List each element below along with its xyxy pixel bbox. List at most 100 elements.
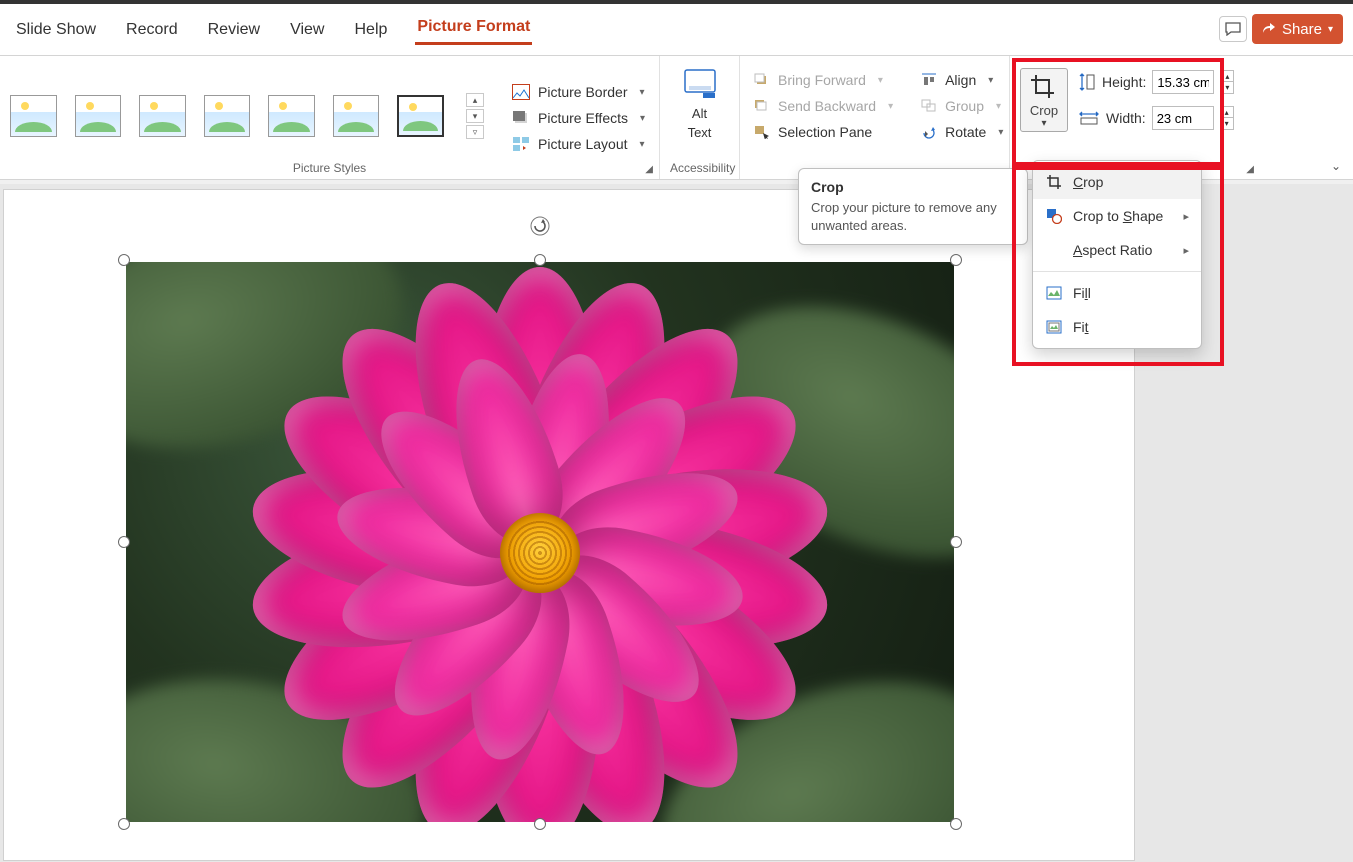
- height-input[interactable]: [1152, 70, 1214, 94]
- picture-style-4[interactable]: [204, 95, 251, 137]
- rotate-label: Rotate: [945, 124, 986, 140]
- picture-effects-button[interactable]: Picture Effects▾: [508, 108, 649, 128]
- menu-aspect-ratio-label: Aspect Ratio: [1073, 242, 1152, 258]
- group-label: Group: [945, 98, 984, 114]
- tooltip-body: Crop your picture to remove any unwanted…: [811, 199, 1015, 234]
- ribbon-tabs: Slide Show Record Review View Help Pictu…: [0, 4, 1353, 56]
- picture-styles-group-label: Picture Styles: [10, 161, 649, 177]
- chevron-down-icon: ▾: [998, 127, 1003, 138]
- chevron-down-icon: ▾: [639, 87, 644, 98]
- picture-style-6[interactable]: [333, 95, 380, 137]
- menu-fill[interactable]: Fill: [1033, 276, 1201, 310]
- picture-styles-launcher[interactable]: ◢: [645, 164, 653, 175]
- gallery-down[interactable]: ▾: [466, 109, 484, 123]
- chevron-down-icon: ▾: [878, 75, 883, 86]
- send-backward-label: Send Backward: [778, 98, 876, 114]
- chevron-down-icon: ▾: [1041, 118, 1046, 129]
- menu-crop[interactable]: Crop: [1033, 165, 1201, 199]
- chevron-down-icon: ▾: [996, 101, 1001, 112]
- crop-to-shape-icon: [1046, 208, 1062, 224]
- chevron-right-icon: ▸: [1183, 244, 1189, 257]
- bring-forward-icon: [754, 73, 770, 87]
- crop-label: Crop: [1030, 103, 1058, 118]
- crop-button[interactable]: Crop ▾: [1020, 68, 1068, 132]
- chevron-down-icon: ▾: [1328, 24, 1333, 35]
- picture-layout-label: Picture Layout: [538, 136, 628, 152]
- align-label: Align: [945, 72, 976, 88]
- align-button[interactable]: Align ▾: [917, 70, 1007, 90]
- menu-fit[interactable]: Fit: [1033, 310, 1201, 344]
- picture-border-icon: [512, 84, 530, 100]
- selection-pane-label: Selection Pane: [778, 124, 872, 140]
- picture-style-7[interactable]: [397, 95, 444, 137]
- chevron-down-icon: ▾: [640, 113, 645, 124]
- width-spinner[interactable]: ▴▾: [1220, 106, 1234, 130]
- picture-style-2[interactable]: [75, 95, 122, 137]
- align-icon: [921, 73, 937, 87]
- width-input[interactable]: [1152, 106, 1214, 130]
- chevron-down-icon: ▾: [640, 139, 645, 150]
- selected-picture[interactable]: [118, 254, 962, 830]
- resize-handle-tl[interactable]: [118, 254, 130, 266]
- bring-forward-label: Bring Forward: [778, 72, 866, 88]
- ribbon-collapse-button[interactable]: ⌄: [1331, 159, 1341, 173]
- crop-dropdown-menu: Crop Crop to Shape ▸ Aspect Ratio ▸ Fill…: [1032, 160, 1202, 349]
- alt-text-button[interactable]: Alt Text: [670, 62, 729, 144]
- resize-handle-tr[interactable]: [950, 254, 962, 266]
- picture-style-1[interactable]: [10, 95, 57, 137]
- selection-pane-button[interactable]: Selection Pane: [750, 122, 897, 142]
- crop-tooltip: Crop Crop your picture to remove any unw…: [798, 168, 1028, 245]
- menu-aspect-ratio[interactable]: Aspect Ratio ▸: [1033, 233, 1201, 267]
- resize-handle-r[interactable]: [950, 536, 962, 548]
- tab-review[interactable]: Review: [206, 17, 262, 43]
- picture-layout-button[interactable]: Picture Layout ▾: [508, 134, 649, 154]
- menu-separator: [1033, 271, 1201, 272]
- height-icon: [1078, 72, 1096, 92]
- alt-text-icon: [684, 69, 716, 99]
- accessibility-group-label: Accessibility: [670, 161, 729, 177]
- tab-view[interactable]: View: [288, 17, 326, 43]
- menu-crop-to-shape[interactable]: Crop to Shape ▸: [1033, 199, 1201, 233]
- selection-pane-icon: [754, 125, 770, 139]
- rotate-icon: [921, 125, 937, 139]
- tab-help[interactable]: Help: [352, 17, 389, 43]
- picture-styles-gallery: ▴ ▾ ▿ Picture Border▾ Picture Effects▾ P…: [10, 62, 649, 154]
- send-backward-button: Send Backward ▾: [750, 96, 897, 116]
- resize-handle-l[interactable]: [118, 536, 130, 548]
- group-icon: [921, 99, 937, 113]
- tooltip-title: Crop: [811, 179, 1015, 195]
- picture-layout-icon: [512, 136, 530, 152]
- height-spinner[interactable]: ▴▾: [1220, 70, 1234, 94]
- picture-style-3[interactable]: [139, 95, 186, 137]
- menu-crop-label: Crop: [1073, 174, 1103, 190]
- share-button[interactable]: Share ▾: [1252, 14, 1343, 44]
- rotate-handle[interactable]: [528, 214, 552, 243]
- picture-border-button[interactable]: Picture Border▾: [508, 82, 649, 102]
- group-accessibility: Alt Text Accessibility: [660, 56, 740, 179]
- resize-handle-b[interactable]: [534, 818, 546, 830]
- chevron-down-icon: ▾: [988, 75, 993, 86]
- crop-icon: [1029, 73, 1059, 103]
- rotate-button[interactable]: Rotate ▾: [917, 122, 1007, 142]
- tab-picture-format[interactable]: Picture Format: [415, 14, 532, 45]
- tab-slide-show[interactable]: Slide Show: [14, 17, 98, 43]
- comment-icon: [1225, 22, 1241, 36]
- resize-handle-t[interactable]: [534, 254, 546, 266]
- width-icon: [1078, 110, 1100, 126]
- picture-style-5[interactable]: [268, 95, 315, 137]
- chevron-down-icon: ▾: [888, 101, 893, 112]
- picture-effects-icon: [512, 110, 530, 126]
- picture-content: [126, 262, 954, 822]
- comments-button[interactable]: [1219, 16, 1247, 42]
- menu-crop-to-shape-label: Crop to Shape: [1073, 208, 1163, 224]
- bring-forward-button: Bring Forward ▾: [750, 70, 897, 90]
- resize-handle-bl[interactable]: [118, 818, 130, 830]
- gallery-up[interactable]: ▴: [466, 93, 484, 107]
- tab-record[interactable]: Record: [124, 17, 180, 43]
- gallery-more[interactable]: ▿: [466, 125, 484, 139]
- fill-icon: [1046, 286, 1062, 300]
- fit-icon: [1046, 320, 1062, 334]
- size-launcher[interactable]: ◢: [1246, 164, 1254, 175]
- group-picture-styles: ▴ ▾ ▿ Picture Border▾ Picture Effects▾ P…: [0, 56, 660, 179]
- resize-handle-br[interactable]: [950, 818, 962, 830]
